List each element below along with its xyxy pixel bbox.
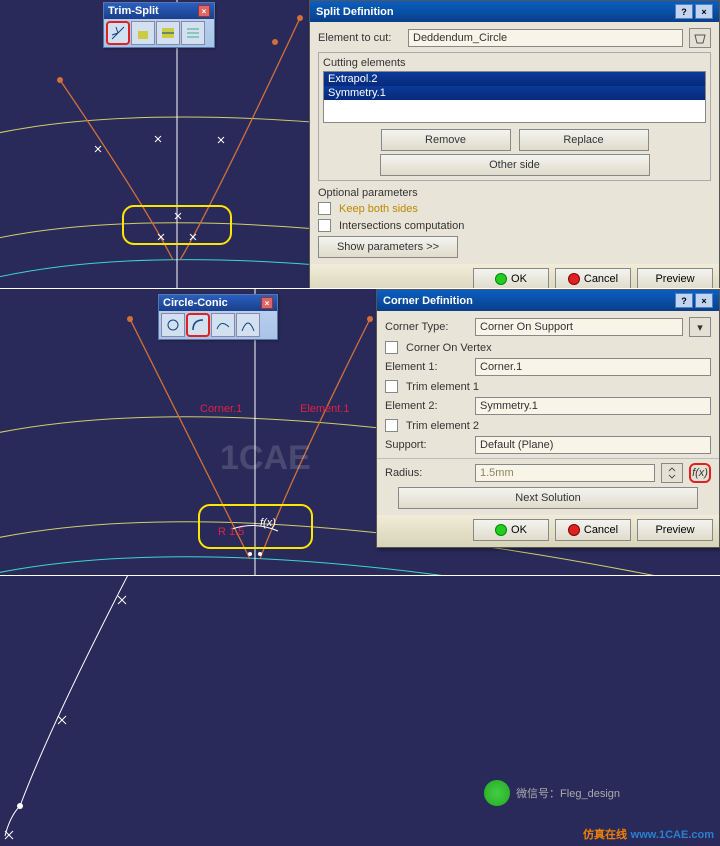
remove-button[interactable]: Remove <box>381 129 511 151</box>
trim1-label: Trim element 1 <box>406 381 479 393</box>
footer-brand: 仿真在线 www.1CAE.com <box>583 826 714 842</box>
ok-button[interactable]: OK <box>473 268 549 288</box>
replace-button[interactable]: Replace <box>519 129 649 151</box>
close-icon[interactable]: × <box>198 5 210 17</box>
corner-type-label: Corner Type: <box>385 321 471 333</box>
toolbar-title: Trim-Split <box>108 5 159 17</box>
help-button[interactable]: ? <box>675 293 693 308</box>
cancel-button[interactable]: Cancel <box>555 268 631 288</box>
corner-tool-icon[interactable] <box>186 313 210 337</box>
element-to-cut-label: Element to cut: <box>318 32 404 44</box>
close-icon[interactable]: × <box>261 297 273 309</box>
highlight-box-2 <box>198 504 313 549</box>
show-parameters-button[interactable]: Show parameters >> <box>318 236 458 258</box>
element-to-cut-field[interactable]: Deddendum_Circle <box>408 29 683 47</box>
preview-button[interactable]: Preview <box>637 519 713 541</box>
trim-tool-icon[interactable] <box>131 21 155 45</box>
wechat-watermark: 微信号：Fleg_design <box>484 780 620 806</box>
svg-text:Element.1: Element.1 <box>300 403 350 415</box>
circle-conic-toolbar[interactable]: Circle-Conic × <box>158 294 278 340</box>
keep-both-sides-label: Keep both sides <box>339 203 418 215</box>
list-item[interactable]: Symmetry.1 <box>324 86 705 100</box>
radius-field[interactable]: 1.5mm <box>475 464 655 482</box>
trim1-checkbox[interactable] <box>385 380 398 393</box>
sew-tool-icon[interactable] <box>181 21 205 45</box>
highlight-box-1 <box>122 205 232 245</box>
wechat-icon <box>484 780 510 806</box>
support-field[interactable]: Default (Plane) <box>475 436 711 454</box>
corner-type-select[interactable]: Corner On Support <box>475 318 683 336</box>
toolbar-title: Circle-Conic <box>163 297 228 309</box>
cancel-button[interactable]: Cancel <box>555 519 631 541</box>
corner-on-vertex-checkbox[interactable] <box>385 341 398 354</box>
element2-field[interactable]: Symmetry.1 <box>475 397 711 415</box>
trim2-checkbox[interactable] <box>385 419 398 432</box>
radius-label: Radius: <box>385 467 471 479</box>
svg-text:Corner.1: Corner.1 <box>200 403 242 415</box>
corner-definition-dialog: Corner Definition ?× Corner Type: Corner… <box>376 289 720 548</box>
corner-on-vertex-label: Corner On Vertex <box>406 342 492 354</box>
spinner-icon[interactable] <box>661 463 683 483</box>
split-tool-icon[interactable] <box>106 21 130 45</box>
conic-tool-icon[interactable] <box>236 313 260 337</box>
help-button[interactable]: ? <box>675 4 693 19</box>
other-side-button[interactable]: Other side <box>380 154 650 176</box>
dropdown-icon[interactable]: ▾ <box>689 317 711 337</box>
dialog-title: Split Definition <box>316 6 394 18</box>
cutting-elements-group: Cutting elements Extrapol.2 Symmetry.1 R… <box>318 52 711 181</box>
trim2-label: Trim element 2 <box>406 420 479 432</box>
element1-label: Element 1: <box>385 361 471 373</box>
cutting-elements-list[interactable]: Extrapol.2 Symmetry.1 <box>323 71 706 123</box>
preview-button[interactable]: Preview <box>637 268 713 288</box>
ok-button[interactable]: OK <box>473 519 549 541</box>
element2-label: Element 2: <box>385 400 471 412</box>
element1-field[interactable]: Corner.1 <box>475 358 711 376</box>
trim-split-toolbar[interactable]: Trim-Split × <box>103 2 215 48</box>
dialog-title: Corner Definition <box>383 295 473 307</box>
intersections-label: Intersections computation <box>339 220 464 232</box>
close-button[interactable]: × <box>695 293 713 308</box>
bag-icon[interactable] <box>689 28 711 48</box>
optional-parameters-label: Optional parameters <box>318 187 711 199</box>
list-item[interactable]: Extrapol.2 <box>324 72 705 86</box>
circle-tool-icon[interactable] <box>161 313 185 337</box>
intersections-checkbox[interactable] <box>318 219 331 232</box>
formula-button[interactable]: f(x) <box>689 463 711 483</box>
split-definition-dialog: Split Definition ?× Element to cut: Dedd… <box>309 0 720 288</box>
close-button[interactable]: × <box>695 4 713 19</box>
next-solution-button[interactable]: Next Solution <box>398 487 698 509</box>
keep-both-sides-checkbox[interactable] <box>318 202 331 215</box>
connect-tool-icon[interactable] <box>211 313 235 337</box>
support-label: Support: <box>385 439 471 451</box>
untrim-tool-icon[interactable] <box>156 21 180 45</box>
